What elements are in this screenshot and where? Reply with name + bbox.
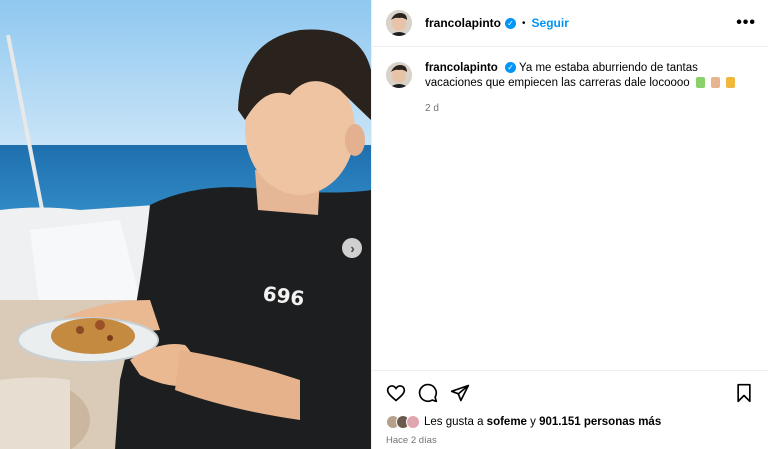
caption-author-avatar[interactable] — [386, 62, 412, 88]
caption-username[interactable]: francolapinto — [425, 62, 498, 74]
next-photo-button[interactable]: › — [342, 238, 362, 258]
avatar-image — [386, 10, 412, 36]
heart-icon[interactable] — [386, 383, 406, 403]
avatar-image — [386, 62, 412, 88]
post-details-panel: francolapinto ✓ • Seguir ••• francolapin… — [371, 0, 768, 449]
fist-emoji-icon — [711, 77, 721, 89]
bookmark-icon[interactable] — [734, 383, 754, 403]
hands-emoji-icon — [726, 77, 736, 89]
next-arrow-icon: › — [350, 240, 355, 256]
author-avatar[interactable] — [386, 10, 412, 36]
share-icon[interactable] — [450, 383, 470, 403]
likes-prefix: Les gusta a — [424, 416, 484, 428]
post-actions: Les gusta a sofeme y 901.151 personas má… — [372, 370, 768, 449]
caption-time[interactable]: 2 d — [425, 101, 754, 116]
verified-icon: ✓ — [505, 17, 517, 29]
author-username[interactable]: francolapinto — [425, 16, 501, 30]
photo-illustration: 696 — [0, 0, 371, 449]
battery-emoji-icon — [695, 77, 705, 89]
likes-connector: y — [530, 416, 536, 428]
likes-user-link[interactable]: sofeme — [487, 416, 527, 428]
verified-icon: ✓ — [505, 62, 517, 74]
post-photo: 696 › — [0, 0, 371, 449]
separator-dot: • — [522, 17, 526, 29]
likes-count-link[interactable]: 901.151 personas más — [539, 416, 661, 428]
post-date[interactable]: Hace 2 días — [386, 435, 437, 446]
liker-avatar[interactable] — [406, 415, 420, 429]
likes-summary: Les gusta a sofeme y 901.151 personas má… — [386, 415, 661, 429]
post-header: francolapinto ✓ • Seguir ••• — [372, 0, 768, 47]
action-icons — [386, 383, 754, 405]
more-options-icon[interactable]: ••• — [736, 14, 756, 32]
caption-body: francolapinto ✓ Ya me estaba aburriendo … — [425, 61, 754, 116]
post-caption: francolapinto ✓ Ya me estaba aburriendo … — [386, 61, 754, 116]
likes-text: Les gusta a sofeme y 901.151 personas má… — [424, 416, 661, 428]
follow-button[interactable]: Seguir — [532, 16, 569, 30]
comment-icon[interactable] — [418, 383, 438, 403]
